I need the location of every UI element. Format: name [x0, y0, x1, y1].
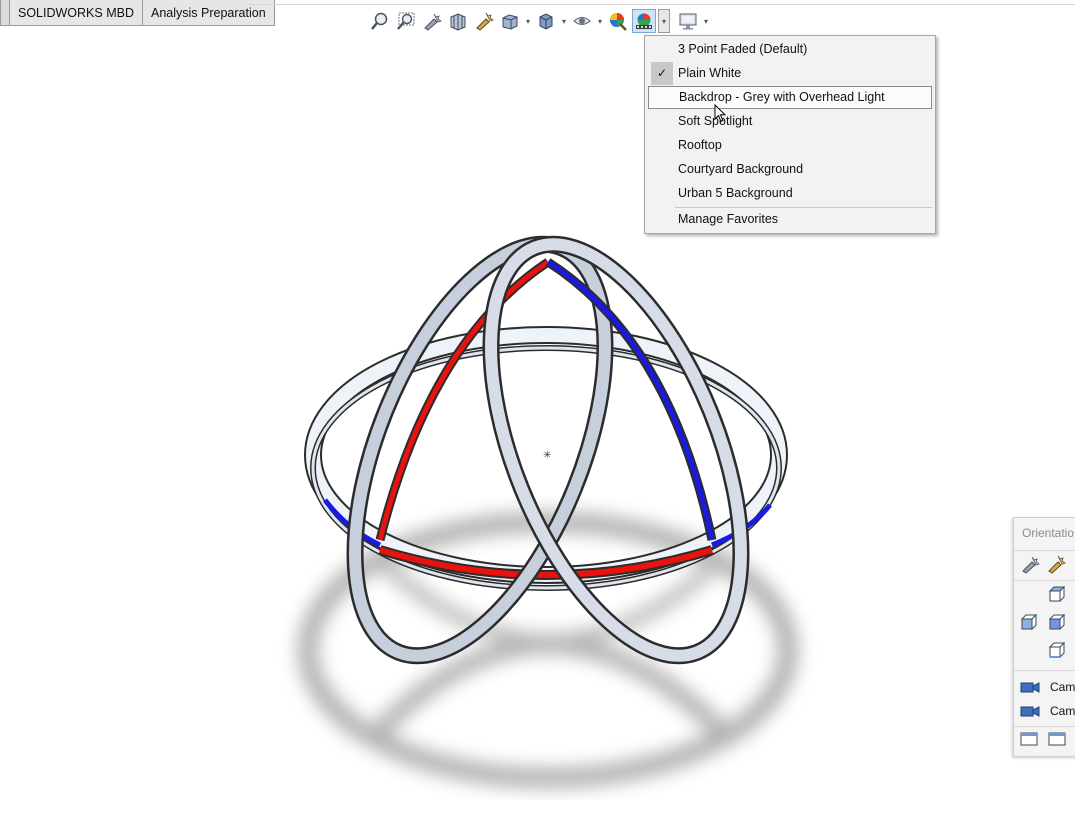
front-view-icon[interactable]: [1048, 614, 1066, 632]
divider: [1014, 550, 1075, 551]
mouse-cursor-icon: [714, 104, 727, 123]
heads-up-toolbar: ▾ ▾ ▾ ▾ ▾: [368, 8, 710, 34]
menu-item-label: Plain White: [678, 66, 742, 80]
divider: [1014, 670, 1075, 671]
camera-view-item[interactable]: Cam: [1050, 704, 1075, 718]
menu-item-label: 3 Point Faded (Default): [678, 42, 808, 56]
origin-marker: ✳: [543, 450, 551, 461]
view-settings-dropdown[interactable]: ▾: [702, 9, 710, 33]
new-view-icon[interactable]: [1046, 554, 1066, 574]
previous-view-icon[interactable]: [420, 9, 444, 33]
bottom-view-icon[interactable]: [1048, 642, 1066, 660]
two-view-icon[interactable]: [1048, 732, 1066, 746]
menu-item-backdrop-grey[interactable]: Backdrop - Grey with Overhead Light: [648, 86, 932, 109]
display-style-icon[interactable]: [534, 9, 558, 33]
display-style-dropdown[interactable]: ▾: [560, 9, 568, 33]
divider: [1014, 726, 1075, 727]
apply-scene-icon[interactable]: [632, 9, 656, 33]
dynamic-annotation-icon[interactable]: [472, 9, 496, 33]
view-settings-icon[interactable]: [676, 9, 700, 33]
camera-view-item[interactable]: Cam: [1050, 680, 1075, 694]
divider: [1014, 580, 1075, 581]
left-view-icon[interactable]: [1020, 614, 1038, 632]
checkmark-icon: ✓: [651, 62, 673, 85]
camera-icon: [1020, 706, 1040, 717]
menu-item-label: Rooftop: [678, 138, 722, 152]
top-view-icon[interactable]: [1048, 586, 1066, 604]
orientation-panel-title: Orientatio: [1022, 526, 1075, 540]
zoom-to-area-icon[interactable]: [394, 9, 418, 33]
menu-item-label: Urban 5 Background: [678, 186, 793, 200]
menu-item-label: Courtyard Background: [678, 162, 804, 176]
menu-item-manage-favorites[interactable]: Manage Favorites: [648, 208, 932, 231]
menu-item-courtyard-background[interactable]: Courtyard Background: [648, 158, 932, 181]
pin-view-icon[interactable]: [1020, 554, 1040, 574]
tab-solidworks-mbd[interactable]: SOLIDWORKS MBD: [10, 0, 143, 26]
menu-item-label: Backdrop - Grey with Overhead Light: [679, 90, 885, 104]
orientation-panel: Orientatio Cam Cam: [1013, 517, 1075, 757]
single-view-icon[interactable]: [1020, 732, 1038, 746]
menu-item-soft-spotlight[interactable]: Soft Spotlight: [648, 110, 932, 133]
tab-partial[interactable]: [0, 0, 10, 26]
section-view-icon[interactable]: [446, 9, 470, 33]
command-manager-tabs: SOLIDWORKS MBD Analysis Preparation: [0, 0, 275, 28]
view-orientation-dropdown[interactable]: ▾: [524, 9, 532, 33]
apply-scene-menu: 3 Point Faded (Default) ✓ Plain White Ba…: [644, 35, 936, 234]
divider: [248, 4, 1075, 5]
camera-icon: [1020, 682, 1040, 693]
menu-item-plain-white[interactable]: ✓ Plain White: [648, 62, 932, 85]
model-viewport[interactable]: ✳: [230, 200, 870, 800]
edit-appearance-icon[interactable]: [606, 9, 630, 33]
menu-item-label: Manage Favorites: [678, 212, 779, 226]
menu-item-urban-5-background[interactable]: Urban 5 Background: [648, 182, 932, 205]
zoom-to-fit-icon[interactable]: [368, 9, 392, 33]
view-orientation-icon[interactable]: [498, 9, 522, 33]
menu-item-rooftop[interactable]: Rooftop: [648, 134, 932, 157]
apply-scene-dropdown[interactable]: ▾: [658, 9, 670, 33]
menu-item-3-point-faded[interactable]: 3 Point Faded (Default): [648, 38, 932, 61]
hide-show-dropdown[interactable]: ▾: [596, 9, 604, 33]
hide-show-items-icon[interactable]: [570, 9, 594, 33]
